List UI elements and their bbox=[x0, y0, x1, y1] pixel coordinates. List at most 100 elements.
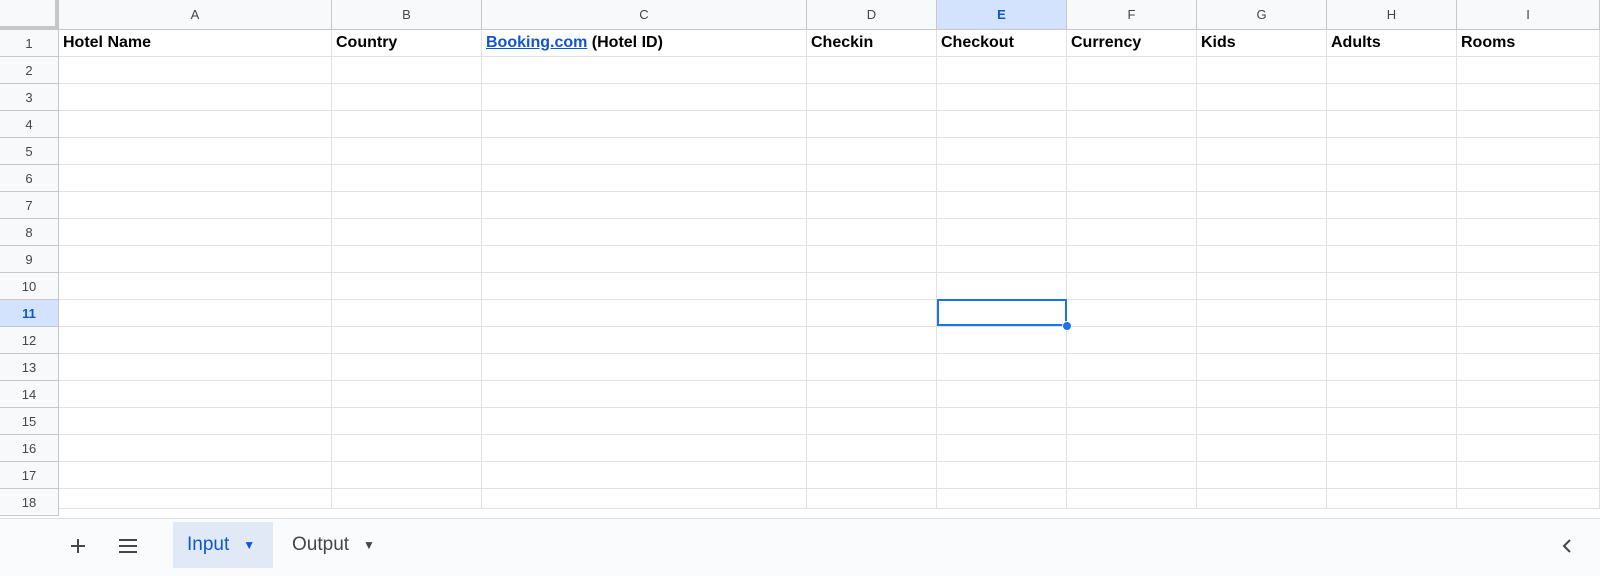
tab-input[interactable]: Input ▼ bbox=[173, 522, 273, 568]
cell-f15[interactable] bbox=[1067, 408, 1197, 435]
cell-a10[interactable] bbox=[59, 273, 332, 300]
cell-d6[interactable] bbox=[807, 165, 937, 192]
column-header-g[interactable]: G bbox=[1197, 0, 1327, 30]
cell-i9[interactable] bbox=[1457, 246, 1600, 273]
cell-i4[interactable] bbox=[1457, 111, 1600, 138]
cell-a5[interactable] bbox=[59, 138, 332, 165]
cell-g7[interactable] bbox=[1197, 192, 1327, 219]
cell-f1[interactable]: Currency bbox=[1067, 30, 1197, 57]
cell-e3[interactable] bbox=[937, 84, 1067, 111]
cell-d2[interactable] bbox=[807, 57, 937, 84]
cell-b5[interactable] bbox=[332, 138, 482, 165]
cell-a3[interactable] bbox=[59, 84, 332, 111]
cell-f3[interactable] bbox=[1067, 84, 1197, 111]
cell-f8[interactable] bbox=[1067, 219, 1197, 246]
cell-h15[interactable] bbox=[1327, 408, 1457, 435]
row-header-18[interactable]: 18 bbox=[0, 489, 59, 516]
cell-c9[interactable] bbox=[482, 246, 807, 273]
cell-c3[interactable] bbox=[482, 84, 807, 111]
cell-a16[interactable] bbox=[59, 435, 332, 462]
cell-a7[interactable] bbox=[59, 192, 332, 219]
cell-d15[interactable] bbox=[807, 408, 937, 435]
cell-e4[interactable] bbox=[937, 111, 1067, 138]
row-header-8[interactable]: 8 bbox=[0, 219, 59, 246]
cell-a6[interactable] bbox=[59, 165, 332, 192]
cell-d7[interactable] bbox=[807, 192, 937, 219]
cell-b12[interactable] bbox=[332, 327, 482, 354]
cell-h14[interactable] bbox=[1327, 381, 1457, 408]
column-header-h[interactable]: H bbox=[1327, 0, 1457, 30]
cell-d13[interactable] bbox=[807, 354, 937, 381]
cell-e15[interactable] bbox=[937, 408, 1067, 435]
cell-b13[interactable] bbox=[332, 354, 482, 381]
cell-h1[interactable]: Adults bbox=[1327, 30, 1457, 57]
cell-g15[interactable] bbox=[1197, 408, 1327, 435]
cell-d9[interactable] bbox=[807, 246, 937, 273]
cell-h8[interactable] bbox=[1327, 219, 1457, 246]
cell-b11[interactable] bbox=[332, 300, 482, 327]
cell-e16[interactable] bbox=[937, 435, 1067, 462]
cell-c1[interactable]: Booking.com (Hotel ID) bbox=[482, 30, 807, 57]
cell-i13[interactable] bbox=[1457, 354, 1600, 381]
cell-g13[interactable] bbox=[1197, 354, 1327, 381]
column-header-e[interactable]: E bbox=[937, 0, 1067, 30]
cell-b6[interactable] bbox=[332, 165, 482, 192]
cell-c17[interactable] bbox=[482, 462, 807, 489]
column-header-a[interactable]: A bbox=[59, 0, 332, 30]
cell-a12[interactable] bbox=[59, 327, 332, 354]
cell-b9[interactable] bbox=[332, 246, 482, 273]
cell-h9[interactable] bbox=[1327, 246, 1457, 273]
active-cell-selection[interactable] bbox=[937, 299, 1067, 326]
cell-a11[interactable] bbox=[59, 300, 332, 327]
cell-h6[interactable] bbox=[1327, 165, 1457, 192]
cell-c11[interactable] bbox=[482, 300, 807, 327]
cell-b16[interactable] bbox=[332, 435, 482, 462]
cell-g4[interactable] bbox=[1197, 111, 1327, 138]
cell-f12[interactable] bbox=[1067, 327, 1197, 354]
cell-g9[interactable] bbox=[1197, 246, 1327, 273]
cell-b17[interactable] bbox=[332, 462, 482, 489]
cell-a1[interactable]: Hotel Name bbox=[59, 30, 332, 57]
select-all-corner[interactable] bbox=[0, 0, 59, 30]
cell-a9[interactable] bbox=[59, 246, 332, 273]
cell-d12[interactable] bbox=[807, 327, 937, 354]
cell-i14[interactable] bbox=[1457, 381, 1600, 408]
row-header-6[interactable]: 6 bbox=[0, 165, 59, 192]
cell-f11[interactable] bbox=[1067, 300, 1197, 327]
column-header-i[interactable]: I bbox=[1457, 0, 1600, 30]
cell-i5[interactable] bbox=[1457, 138, 1600, 165]
cell-i15[interactable] bbox=[1457, 408, 1600, 435]
cell-e12[interactable] bbox=[937, 327, 1067, 354]
cell-a14[interactable] bbox=[59, 381, 332, 408]
cell-h10[interactable] bbox=[1327, 273, 1457, 300]
cell-f2[interactable] bbox=[1067, 57, 1197, 84]
cell-e9[interactable] bbox=[937, 246, 1067, 273]
cell-c4[interactable] bbox=[482, 111, 807, 138]
cell-h2[interactable] bbox=[1327, 57, 1457, 84]
cell-g5[interactable] bbox=[1197, 138, 1327, 165]
row-header-7[interactable]: 7 bbox=[0, 192, 59, 219]
cell-b4[interactable] bbox=[332, 111, 482, 138]
cell-i12[interactable] bbox=[1457, 327, 1600, 354]
row-header-17[interactable]: 17 bbox=[0, 462, 59, 489]
cell-i11[interactable] bbox=[1457, 300, 1600, 327]
row-header-15[interactable]: 15 bbox=[0, 408, 59, 435]
cell-c2[interactable] bbox=[482, 57, 807, 84]
cell-b10[interactable] bbox=[332, 273, 482, 300]
cell-c6[interactable] bbox=[482, 165, 807, 192]
cell-f4[interactable] bbox=[1067, 111, 1197, 138]
collapse-sidebar-button[interactable] bbox=[1552, 529, 1582, 565]
cell-a4[interactable] bbox=[59, 111, 332, 138]
cell-a13[interactable] bbox=[59, 354, 332, 381]
cell-d16[interactable] bbox=[807, 435, 937, 462]
cell-e5[interactable] bbox=[937, 138, 1067, 165]
cell-i10[interactable] bbox=[1457, 273, 1600, 300]
cell-g17[interactable] bbox=[1197, 462, 1327, 489]
tab-output[interactable]: Output ▼ bbox=[278, 522, 394, 568]
cell-g16[interactable] bbox=[1197, 435, 1327, 462]
row-header-9[interactable]: 9 bbox=[0, 246, 59, 273]
cell-h5[interactable] bbox=[1327, 138, 1457, 165]
cell-h3[interactable] bbox=[1327, 84, 1457, 111]
cell-e13[interactable] bbox=[937, 354, 1067, 381]
cell-g10[interactable] bbox=[1197, 273, 1327, 300]
